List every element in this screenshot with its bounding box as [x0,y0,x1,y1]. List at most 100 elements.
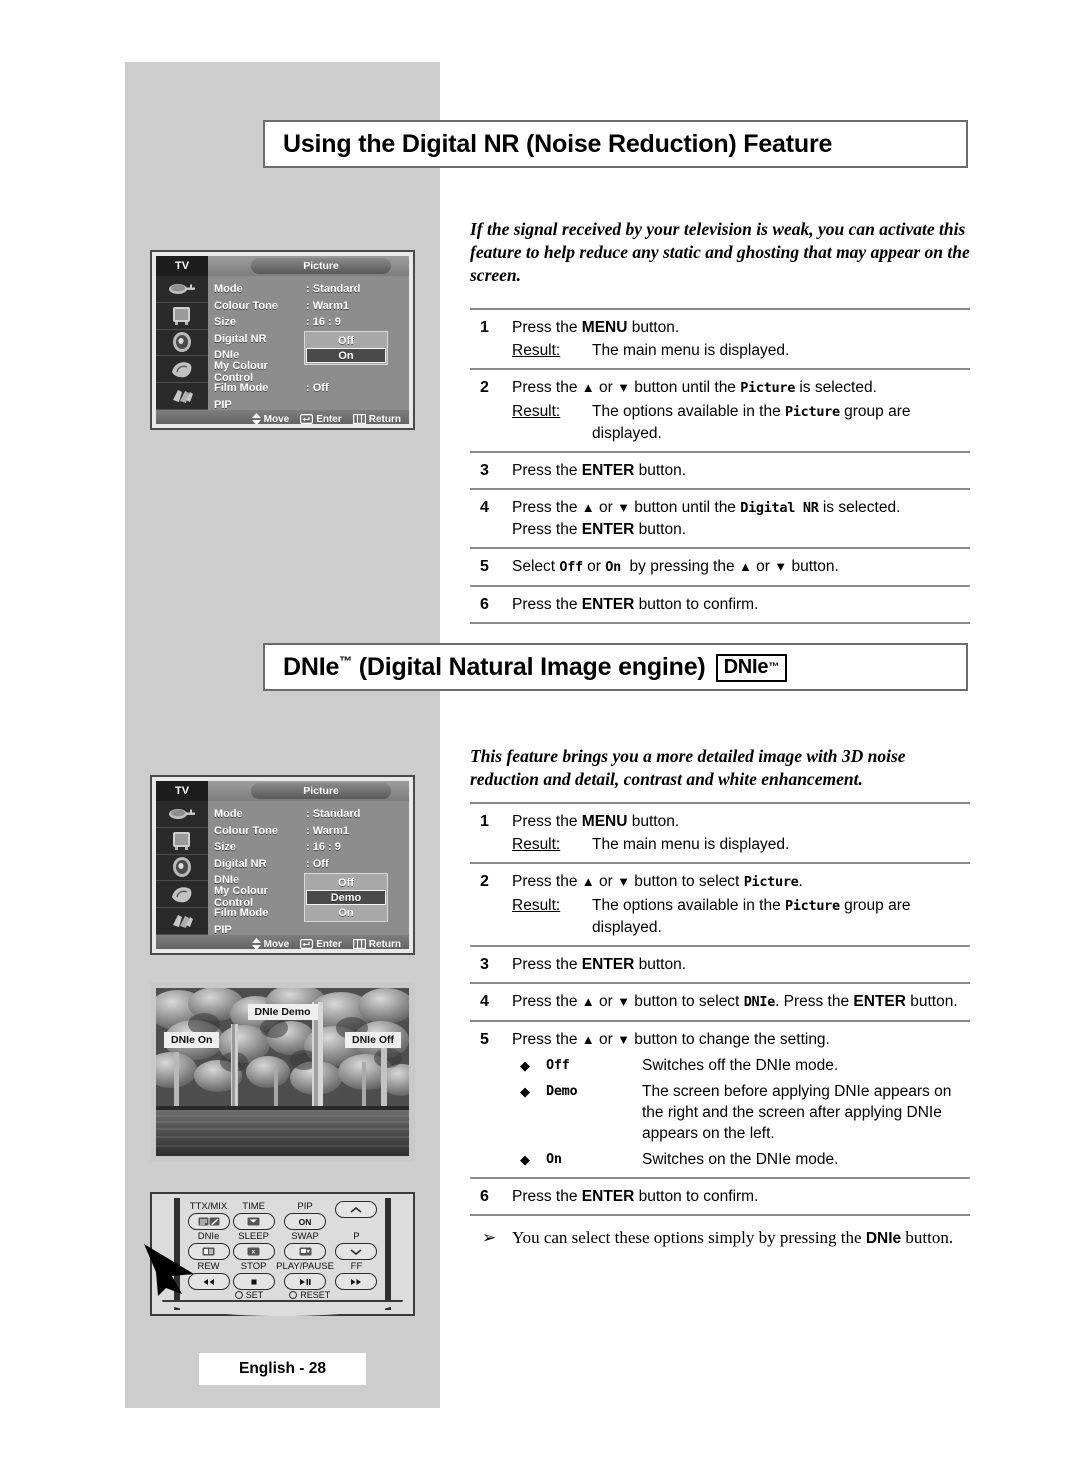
osd-row[interactable]: Size: 16 : 9 [214,314,409,331]
option-name: Off [546,1057,570,1073]
manual-page: Using the Digital NR (Noise Reduction) F… [0,0,1080,1473]
stop-icon[interactable] [232,1273,275,1290]
step-text: Press the ENTER button to confirm. [512,596,759,613]
option-name: Demo [546,1083,578,1099]
osd-footer-return[interactable]: Return [352,939,401,949]
remote-set-button[interactable]: SET [234,1290,263,1300]
osd-popup-dnie[interactable]: Off Demo On [304,873,388,922]
osd-footer-enter[interactable]: Enter [300,414,342,424]
remote-button-ttx-mix[interactable]: TTX/MIX [186,1201,231,1230]
popup-option-on-selected[interactable]: On [306,348,386,363]
step-number: 6 [480,1188,489,1205]
osd-row[interactable]: Colour Tone: Warm1 [214,298,409,315]
chevron-up-icon[interactable] [335,1201,378,1218]
feature-icon[interactable] [156,881,208,909]
remote-button-sleep[interactable]: SLEEP x [231,1231,276,1260]
option-row-off: ◆ Off Switches off the DNIe mode. [512,1055,970,1076]
step-row: 6 Press the ENTER button to confirm. [470,1179,970,1214]
fast-forward-icon[interactable] [335,1273,378,1290]
osd-tab-picture[interactable]: Picture [251,258,391,274]
remote-reset-button[interactable]: RESET [289,1290,330,1300]
remote-control-graphic: TTX/MIX TIME PIP ON DNIe SLEEP x SWAP P … [144,1192,415,1316]
remote-button-time[interactable]: TIME [231,1201,276,1230]
step-number: 2 [480,379,489,396]
remote-button-swap[interactable]: SWAP [276,1231,334,1260]
osd-row[interactable]: Size: 16 : 9 [214,839,409,856]
antenna-icon[interactable] [156,276,208,303]
remote-button-caption: P [353,1231,360,1242]
step-text: Press the ENTER button. [512,462,687,479]
step-number: 2 [480,873,489,890]
step-row: 4 Press the ▲ or ▼ button to select DNIe… [470,984,970,1020]
osd-row[interactable]: Film Mode: Off [214,380,409,397]
osd-footer-move[interactable]: Move [251,413,289,424]
osd-footer-return-label: Return [368,413,401,425]
setup-icon[interactable] [156,908,208,935]
osd-option-list: Mode: Standard Colour Tone: Warm1 Size: … [208,276,409,411]
osd-row[interactable]: Colour Tone: Warm1 [214,823,409,840]
return-menu-icon [352,939,366,949]
step-row: 3 Press the ENTER button. [470,453,970,488]
speaker-icon[interactable] [156,855,208,882]
remote-button-channel-down[interactable]: P [334,1231,379,1260]
osd-row-label: Mode [214,283,243,296]
swap-icon[interactable] [284,1243,327,1260]
remote-button-pip[interactable]: PIP ON [276,1201,334,1230]
speaker-icon[interactable] [156,330,208,357]
osd-row-label: Digital NR [214,332,267,345]
osd-footer-enter-label: Enter [316,938,342,950]
step-text: Press the ENTER button. [512,521,687,538]
photo-label-dnie-off: DNIe Off [345,1032,401,1048]
osd-row-label: Colour Tone [214,299,278,312]
up-down-arrow-icon [251,938,261,949]
osd-tv-label: TV [156,256,208,276]
setup-icon[interactable] [156,383,208,410]
osd-row[interactable]: PIP [214,397,409,414]
ttx-mix-icon[interactable] [187,1213,230,1230]
enter-key-icon [300,939,314,949]
note-text-after: button. [901,1228,954,1247]
diamond-bullet-icon: ◆ [520,1084,530,1099]
note-text: You can select these options simply by p… [512,1226,970,1250]
popup-option-off[interactable]: Off [306,875,386,890]
step-number: 5 [480,1031,489,1048]
remote-button-stop[interactable]: STOP [231,1261,276,1290]
remote-button-caption: PIP [297,1201,313,1212]
osd-row-value: : Warm1 [306,824,349,837]
osd-row[interactable]: PIP [214,922,409,939]
osd-row[interactable]: Mode: Standard [214,806,409,823]
step-row: 6 Press the ENTER button to confirm. [470,587,970,622]
remote-button-channel-up[interactable] [334,1201,379,1230]
sleep-icon[interactable]: x [232,1243,275,1260]
popup-option-on[interactable]: On [306,905,386,920]
tv-picture-icon[interactable] [156,303,208,330]
antenna-icon[interactable] [156,801,208,828]
tv-picture-icon[interactable] [156,828,208,855]
remote-button-ff[interactable]: FF [334,1261,379,1290]
osd-footer-enter[interactable]: Enter [300,938,342,950]
result-text: The main menu is displayed. [592,836,790,853]
step-row: 5 Press the ▲ or ▼ button to change the … [470,1022,970,1177]
note-arrow-bullet-icon: ➢ [482,1228,497,1247]
osd-footer-move[interactable]: Move [251,938,289,949]
chevron-down-icon[interactable] [335,1243,378,1260]
step-row: 1 Press the MENU button. Result: The mai… [470,804,970,862]
osd-row[interactable]: My Colour Control [214,360,409,384]
popup-option-demo-selected[interactable]: Demo [306,890,386,905]
osd-footer-return[interactable]: Return [352,413,401,425]
play-pause-icon[interactable] [284,1273,327,1290]
osd-tab-picture[interactable]: Picture [251,783,391,799]
diamond-bullet-icon: ◆ [520,1058,530,1073]
result-text: The main menu is displayed. [592,342,790,359]
popup-option-off[interactable]: Off [306,333,386,348]
osd-titlebar: TV Picture [156,256,409,276]
time-icon[interactable] [232,1213,275,1230]
feature-icon[interactable] [156,356,208,384]
remote-button-play-pause[interactable]: PLAY/PAUSE [276,1261,334,1290]
osd-row-digital-nr[interactable]: Digital NR: Off [214,856,409,873]
osd-row[interactable]: Mode: Standard [214,281,409,298]
step-text: Press the MENU button. [512,813,680,830]
step-row: 5 Select Off or On by pressing the ▲ or … [470,549,970,585]
pip-on-button[interactable]: ON [284,1213,327,1230]
osd-popup-digital-nr[interactable]: Off On [304,331,388,365]
